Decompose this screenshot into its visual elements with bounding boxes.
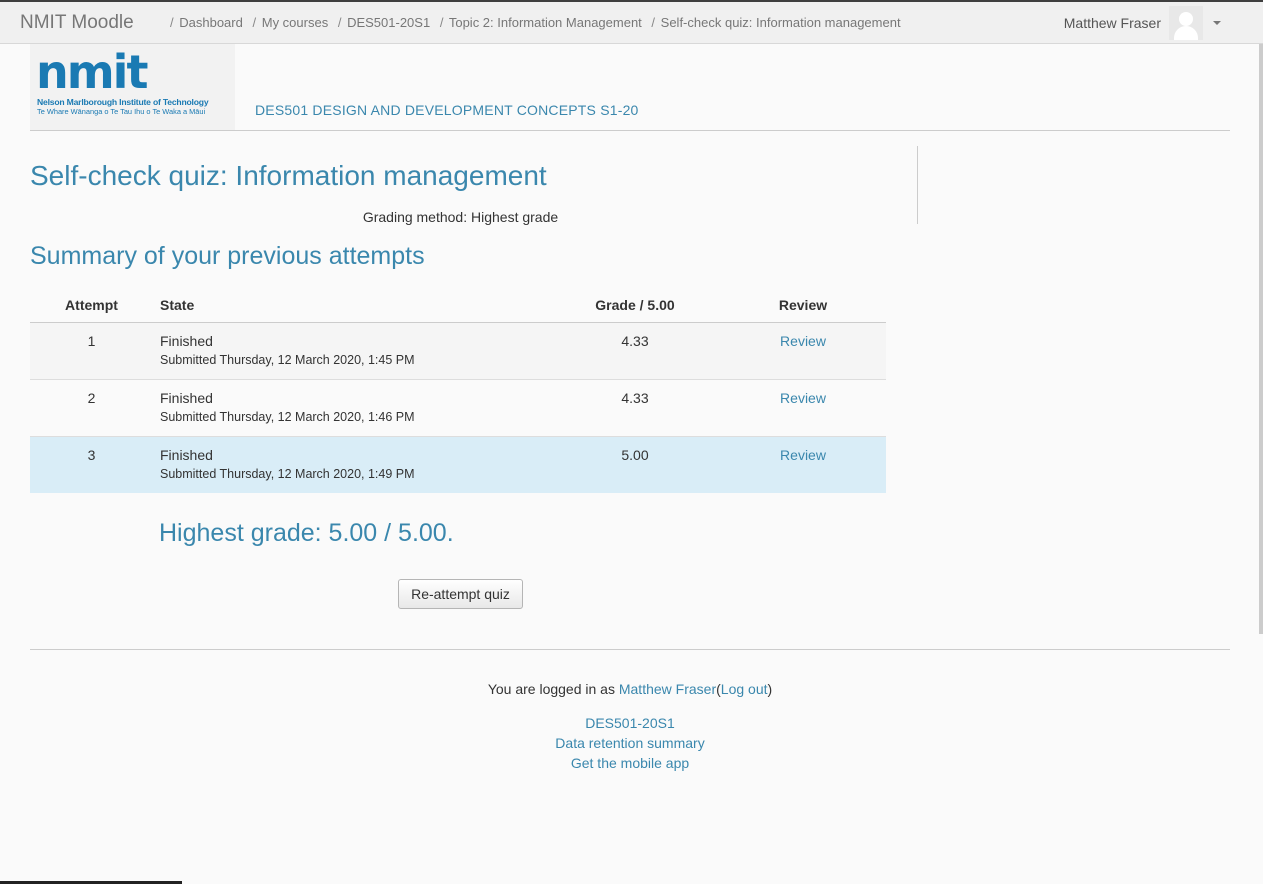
profile-link[interactable]: Matthew Fraser xyxy=(619,681,716,697)
attempt-number-cell: 2 xyxy=(30,379,153,437)
reattempt-quiz-button[interactable]: Re-attempt quiz xyxy=(398,579,523,609)
logo-wordmark: nmit xyxy=(36,45,148,99)
attempt-number-cell: 1 xyxy=(30,322,153,380)
table-row: 2 Finished Submitted Thursday, 12 March … xyxy=(30,379,886,437)
nmit-logo[interactable]: nmit Nelson Marlborough Institute of Tec… xyxy=(30,44,235,130)
breadcrumb-dashboard[interactable]: Dashboard xyxy=(179,15,243,30)
attempt-state: Finished xyxy=(160,447,213,463)
attempt-state: Finished xyxy=(160,390,213,406)
logout-paren-close: ) xyxy=(767,681,773,697)
breadcrumb: / Dashboard / My courses / DES501-20S1 /… xyxy=(170,15,901,30)
grading-method: Grading method: Highest grade xyxy=(362,209,559,225)
attempts-summary-heading: Summary of your previous attempts xyxy=(30,242,425,270)
breadcrumb-my-courses[interactable]: My courses xyxy=(262,15,328,30)
breadcrumb-quiz[interactable]: Self-check quiz: Information management xyxy=(661,15,901,30)
sidebar-divider xyxy=(917,146,918,224)
breadcrumb-separator: / xyxy=(439,15,444,30)
attempt-state-cell: Finished Submitted Thursday, 12 March 20… xyxy=(153,436,550,493)
column-header-attempt: Attempt xyxy=(30,288,153,323)
breadcrumb-topic[interactable]: Topic 2: Information Management xyxy=(449,15,642,30)
column-header-review: Review xyxy=(720,288,886,323)
avatar-body-shape xyxy=(1174,26,1198,40)
column-header-grade: Grade / 5.00 xyxy=(550,288,720,323)
attempt-number-cell: 3 xyxy=(30,436,153,493)
review-link[interactable]: Review xyxy=(720,437,886,463)
attempt-grade-cell: 4.33 xyxy=(550,379,720,437)
avatar-head-shape xyxy=(1179,12,1193,26)
attempt-review-cell: Review xyxy=(720,436,886,493)
user-menu-name[interactable]: Matthew Fraser xyxy=(1064,15,1161,31)
course-title-link[interactable]: DES501 DESIGN AND DEVELOPMENT CONCEPTS S… xyxy=(255,102,639,118)
attempt-grade-cell: 4.33 xyxy=(550,322,720,380)
logo-institute-name: Nelson Marlborough Institute of Technolo… xyxy=(37,97,209,107)
breadcrumb-separator: / xyxy=(252,15,257,30)
attempts-table: Attempt State Grade / 5.00 Review 1 Fini… xyxy=(30,288,886,493)
attempt-state-cell: Finished Submitted Thursday, 12 March 20… xyxy=(153,322,550,380)
user-menu[interactable]: Matthew Fraser xyxy=(1064,6,1221,40)
attempt-state: Finished xyxy=(160,333,213,349)
attempt-submitted-time: Submitted Thursday, 12 March 2020, 1:46 … xyxy=(160,410,415,424)
footer-mobile-app-link[interactable]: Get the mobile app xyxy=(30,753,1230,773)
column-header-state: State xyxy=(153,288,550,323)
attempt-state-cell: Finished Submitted Thursday, 12 March 20… xyxy=(153,379,550,437)
attempt-submitted-time: Submitted Thursday, 12 March 2020, 1:49 … xyxy=(160,467,415,481)
logout-link[interactable]: Log out xyxy=(721,681,768,697)
navbar-top-border xyxy=(0,0,1263,2)
attempt-submitted-time: Submitted Thursday, 12 March 2020, 1:45 … xyxy=(160,353,415,367)
table-row: 1 Finished Submitted Thursday, 12 March … xyxy=(30,322,886,380)
attempt-review-cell: Review xyxy=(720,322,886,380)
attempt-grade-cell: 5.00 xyxy=(550,436,720,493)
breadcrumb-separator: / xyxy=(651,15,656,30)
page-title: Self-check quiz: Information management xyxy=(30,160,547,191)
footer-links: DES501-20S1 Data retention summary Get t… xyxy=(30,713,1230,773)
highest-grade-summary: Highest grade: 5.00 / 5.00. xyxy=(159,519,454,547)
review-link[interactable]: Review xyxy=(720,380,886,406)
table-row-best-attempt: 3 Finished Submitted Thursday, 12 March … xyxy=(30,436,886,493)
logo-maori-name: Te Whare Wānanga o Te Tau Ihu o Te Waka … xyxy=(37,107,206,116)
breadcrumb-course[interactable]: DES501-20S1 xyxy=(347,15,430,30)
login-info: You are logged in as Matthew Fraser(Log … xyxy=(30,681,1230,697)
page-footer: You are logged in as Matthew Fraser(Log … xyxy=(30,649,1230,773)
top-navbar: NMIT Moodle / Dashboard / My courses / D… xyxy=(0,0,1263,44)
page-header: nmit Nelson Marlborough Institute of Tec… xyxy=(30,44,1230,131)
attempt-review-cell: Review xyxy=(720,379,886,437)
site-brand-link[interactable]: NMIT Moodle xyxy=(20,12,134,34)
footer-course-link[interactable]: DES501-20S1 xyxy=(30,713,1230,733)
scrollbar[interactable] xyxy=(1259,44,1263,634)
breadcrumb-separator: / xyxy=(337,15,342,30)
footer-data-retention-link[interactable]: Data retention summary xyxy=(30,733,1230,753)
table-header-row: Attempt State Grade / 5.00 Review xyxy=(30,288,886,323)
avatar-icon[interactable] xyxy=(1169,6,1203,40)
login-info-prefix: You are logged in as xyxy=(487,681,619,697)
breadcrumb-separator: / xyxy=(170,15,174,30)
review-link[interactable]: Review xyxy=(720,323,886,349)
chevron-down-icon[interactable] xyxy=(1213,21,1221,25)
